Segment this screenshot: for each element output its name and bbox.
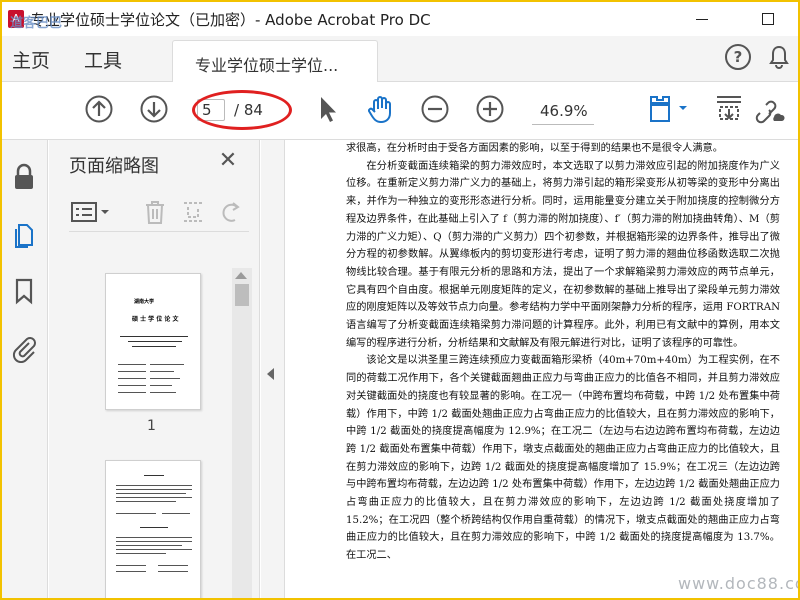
thumb-line <box>116 497 192 498</box>
window-title: 专业学位硕士学位论文（已加密）- Adobe Acrobat Pro DC <box>30 11 431 29</box>
next-page-icon[interactable] <box>137 92 171 126</box>
red-annotation-circle <box>192 90 292 130</box>
left-navigation-rail <box>2 140 48 598</box>
thumb-line <box>116 489 192 490</box>
thumbnail-label-1: 1 <box>147 418 156 434</box>
thumb-line <box>132 346 176 347</box>
maximize-icon <box>762 13 774 25</box>
main-toolbar: / 84 <box>2 82 798 140</box>
thumb-university: 湖南大学 <box>134 299 155 305</box>
hand-icon[interactable] <box>364 92 398 126</box>
page-thumbnail-2[interactable] <box>105 460 201 598</box>
thumb-line <box>116 549 192 550</box>
thumb-line <box>116 493 186 494</box>
thumb-line <box>116 565 146 566</box>
thumb-line <box>116 485 192 486</box>
document-view[interactable]: 求很高，在分析时由于受各方面因素的影响，以至于得到的结果也不是很令人满意。 在分… <box>286 140 798 598</box>
thumb-line <box>118 385 146 386</box>
delete-page-icon[interactable] <box>141 198 169 226</box>
scroll-mode-icon[interactable] <box>712 92 746 126</box>
doc-paragraph: 在分析变截面连续箱梁的剪力滞效应时，本文选取了以剪力滞效应引起的附加挠度作为广义… <box>346 160 780 349</box>
thumb-line <box>162 513 190 514</box>
scrollbar-thumb[interactable] <box>235 284 249 306</box>
prev-page-icon[interactable] <box>82 92 116 126</box>
minimize-icon <box>696 18 708 20</box>
doc-paragraph: 该论文是以洪圣里三跨连续预应力变截面箱形梁桥（40m+70m+40m）为工程实例… <box>346 355 780 562</box>
thumb-line <box>116 541 192 542</box>
thumb-line <box>140 527 168 528</box>
zoom-out-icon[interactable] <box>418 92 452 126</box>
thumb-line <box>116 537 192 538</box>
tab-home[interactable]: 主页 <box>12 46 50 73</box>
options-menu-icon[interactable] <box>69 198 113 226</box>
tab-bar: 主页 工具 专业学位硕士学位... ? <box>2 36 798 82</box>
thumb-line <box>116 553 166 554</box>
document-page-text: 求很高，在分析时由于受各方面因素的影响，以至于得到的结果也不是很令人满意。 在分… <box>346 140 780 565</box>
lock-icon[interactable] <box>9 162 39 192</box>
page-thumbnails-icon[interactable] <box>9 220 39 250</box>
thumb-heading: 硕 士 学 位 论 文 <box>132 316 179 323</box>
tab-document[interactable]: 专业学位硕士学位... <box>172 40 378 82</box>
notification-bell-icon[interactable] <box>767 44 791 70</box>
page-layout-icon[interactable] <box>642 92 692 126</box>
thumb-line <box>150 385 172 386</box>
panel-toolbar <box>69 192 249 232</box>
thumb-line <box>158 565 188 566</box>
zoom-in-icon[interactable] <box>473 92 507 126</box>
maximize-button[interactable] <box>748 6 788 32</box>
thumb-line <box>150 392 176 393</box>
thumbnail-scrollbar[interactable] <box>232 268 252 598</box>
scroll-up-arrow[interactable] <box>235 272 247 279</box>
bookmark-icon[interactable] <box>9 276 39 306</box>
tab-tools[interactable]: 工具 <box>84 46 122 73</box>
thumb-line <box>118 378 146 379</box>
title-bar: A 专业学位硕士学位论文（已加密）- Adobe Acrobat Pro DC <box>2 2 798 36</box>
page-thumbnails-panel: 页面缩略图 ✕ 湖南大学 硕 士 学 位 论 文 1 <box>49 140 260 598</box>
close-icon[interactable]: ✕ <box>217 150 239 172</box>
thumb-line <box>118 364 146 365</box>
thumb-line <box>128 341 182 342</box>
panel-collapse-handle[interactable] <box>261 140 285 598</box>
thumb-line <box>158 571 188 572</box>
thumb-line <box>116 501 176 502</box>
collapse-arrow-icon[interactable] <box>267 368 274 380</box>
thumb-line <box>118 392 146 393</box>
zoom-underline <box>532 124 594 125</box>
thumb-line <box>116 513 156 514</box>
watermark-bottom-right: www.doc88.com <box>678 574 798 593</box>
attachment-icon[interactable] <box>9 334 39 364</box>
link-icon[interactable] <box>752 92 786 126</box>
thumb-line <box>144 475 164 476</box>
watermark-top-left: 道客巴巴 <box>10 16 63 31</box>
rotate-page-icon[interactable] <box>217 198 245 226</box>
help-icon[interactable]: ? <box>725 44 751 70</box>
select-arrow-icon[interactable] <box>310 92 344 126</box>
acrobat-window: A 专业学位硕士学位论文（已加密）- Adobe Acrobat Pro DC … <box>0 0 800 600</box>
minimize-button[interactable] <box>682 6 722 32</box>
doc-paragraph: 求很高，在分析时由于受各方面因素的影响，以至于得到的结果也不是很令人满意。 <box>346 143 723 154</box>
thumb-line <box>150 371 174 372</box>
zoom-level-input[interactable] <box>530 100 590 122</box>
page-thumbnail-1[interactable]: 湖南大学 硕 士 学 位 论 文 <box>105 273 201 410</box>
thumb-line <box>120 336 188 337</box>
thumb-line <box>150 364 184 365</box>
thumb-line <box>118 371 146 372</box>
thumb-line <box>116 545 182 546</box>
extract-page-icon[interactable] <box>179 198 207 226</box>
thumb-line <box>150 378 180 379</box>
thumb-line <box>116 571 146 572</box>
panel-title: 页面缩略图 <box>69 156 159 177</box>
